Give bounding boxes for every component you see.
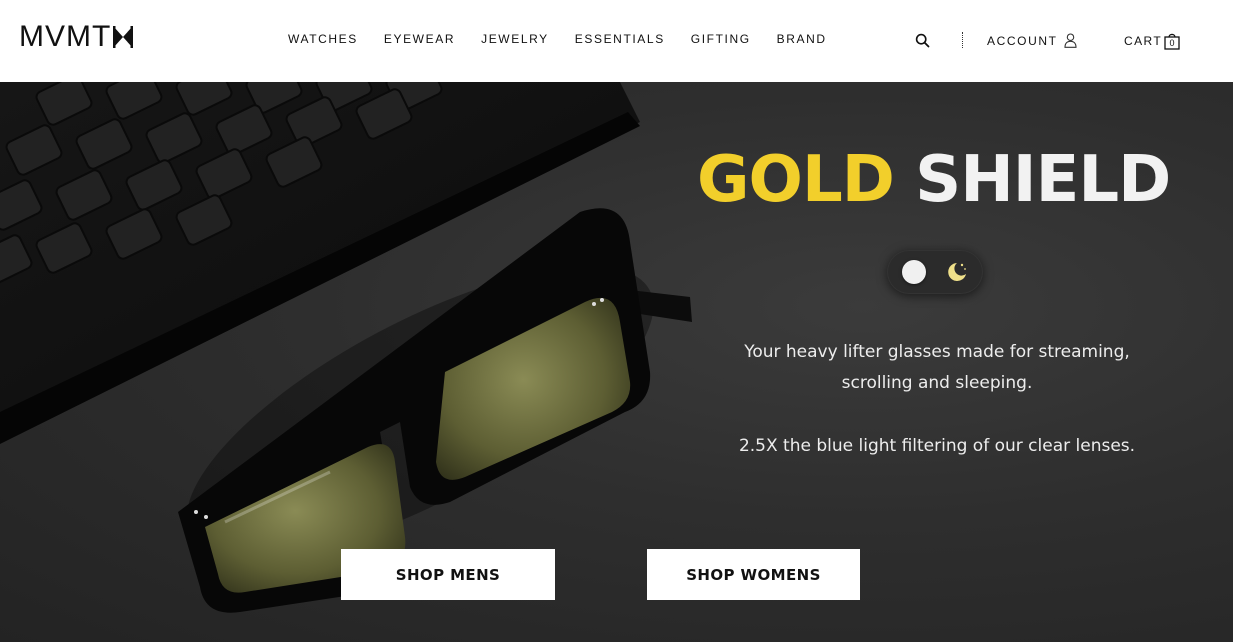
cart-count: 0 bbox=[1169, 38, 1175, 48]
user-icon bbox=[1063, 33, 1077, 48]
cart-link[interactable]: CART 0 bbox=[1124, 32, 1180, 50]
hero-headline: GOLD SHIELD bbox=[697, 143, 1171, 217]
sun-dot-icon bbox=[902, 260, 926, 284]
hero-copy-secondary: 2.5X the blue light filtering of our cle… bbox=[738, 436, 1136, 456]
nav-item-eyewear[interactable]: EYEWEAR bbox=[384, 32, 455, 46]
main-nav: WATCHES EYEWEAR JEWELRY ESSENTIALS GIFTI… bbox=[288, 32, 853, 46]
nav-item-essentials[interactable]: ESSENTIALS bbox=[575, 32, 665, 46]
day-night-toggle[interactable] bbox=[887, 250, 983, 294]
brand-logo[interactable]: MVMT bbox=[19, 20, 134, 53]
shopping-bag-icon: 0 bbox=[1164, 32, 1180, 50]
cart-label: CART bbox=[1124, 34, 1163, 48]
search-icon[interactable] bbox=[915, 33, 930, 48]
copy-line-1: Your heavy lifter glasses made for strea… bbox=[744, 342, 1130, 362]
shop-mens-button[interactable]: SHOP MENS bbox=[341, 549, 555, 600]
site-header: MVMT WATCHES EYEWEAR JEWELRY ESSENTIALS … bbox=[0, 0, 1233, 82]
hero-banner: GOLD SHIELD Your heavy lifter glasses ma… bbox=[0, 82, 1233, 642]
moon-stars-icon bbox=[948, 263, 966, 281]
account-label: ACCOUNT bbox=[987, 33, 1058, 48]
nav-item-brand[interactable]: BRAND bbox=[777, 32, 827, 46]
copy-line-2: scrolling and sleeping. bbox=[841, 373, 1033, 393]
account-link[interactable]: ACCOUNT bbox=[987, 33, 1077, 48]
nav-item-watches[interactable]: WATCHES bbox=[288, 32, 358, 46]
logo-text: MVMT bbox=[19, 20, 112, 53]
shop-womens-button[interactable]: SHOP WOMENS bbox=[647, 549, 860, 600]
headline-white: SHIELD bbox=[915, 143, 1171, 217]
headline-gold: GOLD bbox=[697, 143, 895, 217]
nav-item-jewelry[interactable]: JEWELRY bbox=[481, 32, 549, 46]
header-divider bbox=[962, 32, 963, 48]
nav-item-gifting[interactable]: GIFTING bbox=[691, 32, 751, 46]
logo-mark-icon bbox=[113, 26, 134, 48]
hero-copy-primary: Your heavy lifter glasses made for strea… bbox=[700, 337, 1174, 399]
